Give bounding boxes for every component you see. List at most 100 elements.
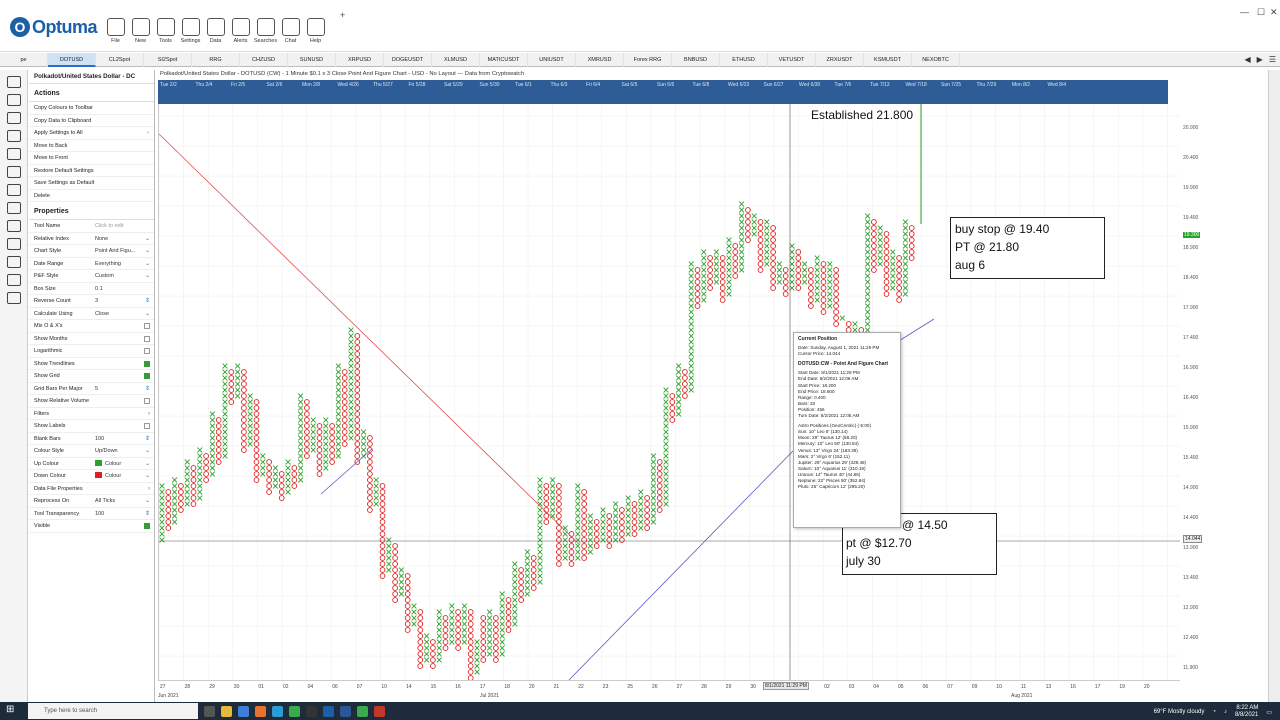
minimize-icon[interactable]: — bbox=[1240, 7, 1249, 17]
control[interactable] bbox=[142, 283, 150, 295]
property-value[interactable]: 100 bbox=[95, 508, 142, 520]
action-item[interactable]: Save Settings as Default bbox=[29, 177, 154, 190]
tab-vetusdt[interactable]: VETUSDT bbox=[768, 52, 816, 67]
notifications-icon[interactable]: ▭ bbox=[1266, 709, 1272, 716]
action-item[interactable]: Copy Data to Clipboard bbox=[29, 115, 154, 127]
property-value[interactable]: Everything bbox=[95, 258, 142, 270]
checkbox[interactable] bbox=[142, 345, 150, 357]
property-row[interactable]: Data File Properties › bbox=[29, 483, 154, 495]
tab-pe[interactable]: pe bbox=[0, 52, 48, 67]
checkbox[interactable] bbox=[142, 420, 150, 432]
dropdown-chevron-icon[interactable]: ⌄ bbox=[142, 470, 150, 482]
property-value[interactable] bbox=[95, 408, 142, 420]
property-value[interactable] bbox=[95, 320, 142, 332]
property-value[interactable]: Point And Figu... bbox=[95, 245, 142, 257]
tab-xrpusd[interactable]: XRPUSD bbox=[336, 52, 384, 67]
toolbar-button-alerts[interactable]: Alerts bbox=[228, 18, 253, 50]
property-value[interactable] bbox=[95, 370, 142, 382]
tab-sunusd[interactable]: SUNUSD bbox=[288, 52, 336, 67]
toolbar-button-searches[interactable]: Searches bbox=[253, 18, 278, 50]
recorder-icon[interactable] bbox=[374, 705, 385, 717]
toolbar-button-new[interactable]: New bbox=[128, 18, 153, 50]
property-row[interactable]: Colour Style Up/Down ⌄ bbox=[29, 445, 154, 458]
property-row[interactable]: Logarithmic bbox=[29, 345, 154, 358]
property-value[interactable]: Colour bbox=[95, 458, 142, 470]
checkbox[interactable] bbox=[142, 358, 150, 370]
property-value[interactable] bbox=[95, 358, 142, 370]
optuma-taskbar-icon[interactable] bbox=[323, 705, 334, 717]
property-row[interactable]: Mix O & X's bbox=[29, 320, 154, 333]
maximize-icon[interactable]: ☐ bbox=[1257, 7, 1265, 18]
wifi-icon[interactable]: ◔ bbox=[1212, 709, 1216, 715]
spinner-icon[interactable]: ⇕ bbox=[142, 433, 150, 445]
property-row[interactable]: Show Relative Volume bbox=[29, 395, 154, 408]
brave-icon[interactable] bbox=[255, 705, 266, 717]
tab-forex-rrg[interactable]: Forex RRG bbox=[624, 52, 672, 67]
chevron-right-icon[interactable]: › bbox=[142, 408, 150, 420]
toolbar-button-tools[interactable]: Tools bbox=[153, 18, 178, 50]
tab-rrg[interactable]: RRG bbox=[192, 52, 240, 67]
action-item[interactable]: Apply Settings to All › bbox=[29, 127, 154, 140]
dropdown-chevron-icon[interactable]: ⌄ bbox=[142, 258, 150, 270]
property-value[interactable]: Close bbox=[95, 308, 142, 320]
checkbox[interactable] bbox=[142, 395, 150, 407]
property-value[interactable]: Click to edit bbox=[95, 220, 142, 232]
toolbar-button-file[interactable]: File bbox=[103, 18, 128, 50]
property-value[interactable] bbox=[95, 345, 142, 357]
property-row[interactable]: P&F Style Custom ⌄ bbox=[29, 270, 154, 283]
toolbar-button-settings[interactable]: Settings bbox=[178, 18, 203, 50]
file-explorer-icon[interactable] bbox=[221, 705, 232, 717]
established-annotation[interactable]: Established 21.800 bbox=[809, 108, 916, 122]
windows-start-icon[interactable]: ⊞ bbox=[6, 704, 20, 718]
action-item[interactable]: Move to Back bbox=[29, 140, 154, 152]
checkbox[interactable] bbox=[142, 320, 150, 332]
dropdown-chevron-icon[interactable]: ⌄ bbox=[142, 245, 150, 257]
checkbox[interactable] bbox=[142, 370, 150, 382]
tab-cl2spot[interactable]: CL2Spot bbox=[96, 52, 144, 67]
edge-icon[interactable] bbox=[272, 705, 283, 717]
property-row[interactable]: Show Labels bbox=[29, 420, 154, 433]
spinner-icon[interactable]: ⇕ bbox=[142, 295, 150, 307]
property-row[interactable]: Show Months bbox=[29, 333, 154, 345]
tab-dogeusdt[interactable]: DOGEUSDT bbox=[384, 52, 432, 67]
property-row[interactable]: Date Range Everything ⌄ bbox=[29, 258, 154, 270]
property-row[interactable]: Visible bbox=[29, 520, 154, 533]
word-icon[interactable] bbox=[340, 705, 351, 717]
checkbox[interactable] bbox=[142, 520, 150, 532]
tab-xlmusd[interactable]: XLMUSD bbox=[432, 52, 480, 67]
property-value[interactable]: 100 bbox=[95, 433, 142, 445]
page-icon[interactable] bbox=[7, 76, 21, 88]
tab-list-icon[interactable]: ☰ bbox=[1269, 55, 1276, 64]
property-value[interactable]: Up/Down bbox=[95, 445, 142, 457]
save-icon[interactable] bbox=[7, 112, 21, 124]
dropdown-chevron-icon[interactable]: ⌄ bbox=[142, 445, 150, 457]
property-row[interactable]: Calculate Using Close ⌄ bbox=[29, 308, 154, 320]
property-row[interactable]: Grid Bars Per Major 5 ⇕ bbox=[29, 383, 154, 395]
property-row[interactable]: Show Trendlines bbox=[29, 358, 154, 370]
tab-bnbusd[interactable]: BNBUSD bbox=[672, 52, 720, 67]
property-value[interactable]: None bbox=[95, 233, 142, 245]
action-item[interactable]: Restore Default Settings bbox=[29, 165, 154, 177]
toolbar-button-help[interactable]: Help bbox=[303, 18, 328, 50]
mail-icon[interactable] bbox=[238, 705, 249, 717]
tab-si2spot[interactable]: SI2Spot bbox=[144, 52, 192, 67]
folder-icon[interactable] bbox=[7, 94, 21, 106]
toolbar-button-chat[interactable]: Chat bbox=[278, 18, 303, 50]
tab-chzusd[interactable]: CHZUSD bbox=[240, 52, 288, 67]
clock[interactable]: 8:22 AM 8/8/2021 bbox=[1235, 705, 1258, 719]
tab-zrxusdt[interactable]: ZRXUSDT bbox=[816, 52, 864, 67]
grid-icon[interactable] bbox=[7, 238, 21, 250]
add-icon[interactable]: + bbox=[340, 10, 345, 20]
checkbox[interactable] bbox=[142, 333, 150, 345]
volume-icon[interactable]: ♪ bbox=[1224, 709, 1227, 715]
camtasia-icon[interactable] bbox=[357, 705, 368, 717]
property-row[interactable]: Box Size 0.1 bbox=[29, 283, 154, 295]
spinner-icon[interactable]: ⇕ bbox=[142, 383, 150, 395]
property-value[interactable]: Colour bbox=[95, 470, 142, 482]
dropdown-chevron-icon[interactable]: ⌄ bbox=[142, 308, 150, 320]
property-value[interactable]: 5 bbox=[95, 383, 142, 395]
property-value[interactable] bbox=[95, 483, 142, 495]
dropdown-chevron-icon[interactable]: ⌄ bbox=[142, 233, 150, 245]
chrome-icon[interactable] bbox=[289, 705, 300, 717]
tab-dotusd[interactable]: DOTUSD bbox=[48, 52, 96, 67]
